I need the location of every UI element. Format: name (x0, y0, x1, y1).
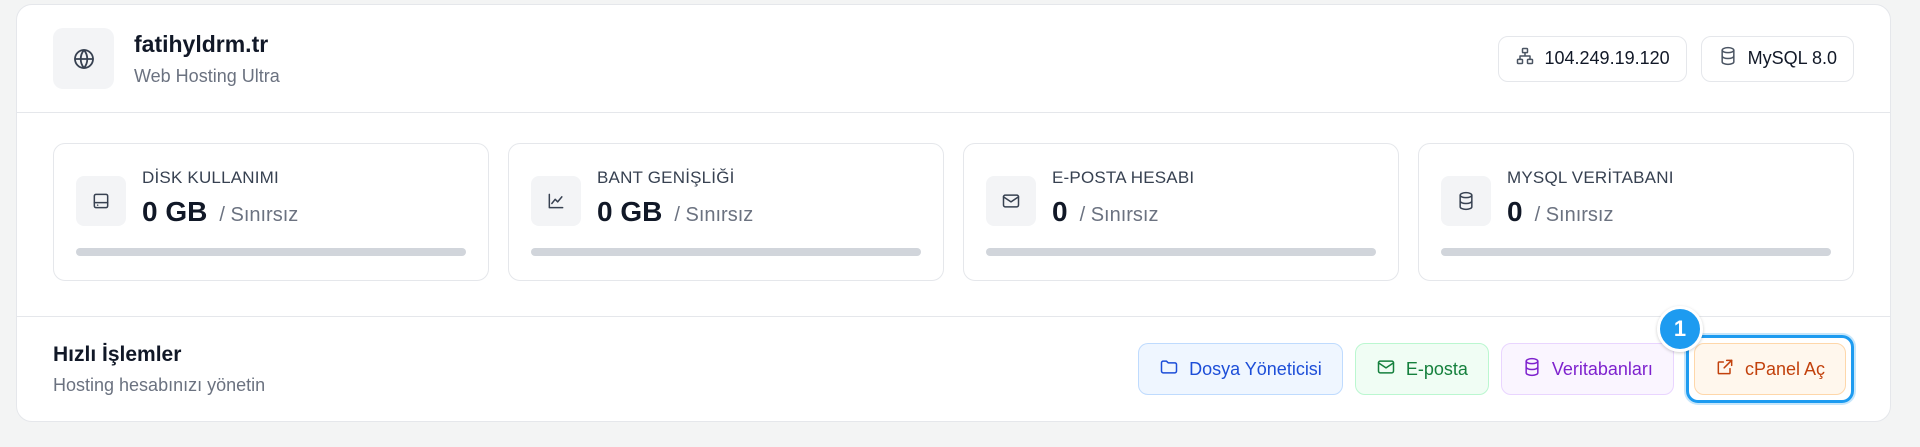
usage-stats: DİSK KULLANIMI 0 GB / Sınırsız BANT GENİ… (17, 113, 1890, 317)
db-version-pill[interactable]: MySQL 8.0 (1700, 35, 1854, 82)
quick-actions-heading: Hızlı İşlemler Hosting hesabınızı yöneti… (53, 343, 265, 396)
ip-address: 104.249.19.120 (1544, 48, 1670, 68)
open-cpanel-button[interactable]: cPanel Aç (1693, 343, 1846, 395)
stat-limit: / Sınırsız (1079, 204, 1159, 226)
stat-value: 0 (1507, 196, 1523, 227)
folder-icon (1159, 357, 1179, 382)
quick-actions: Hızlı İşlemler Hosting hesabınızı yöneti… (17, 306, 1890, 421)
stat-limit: / Sınırsız (219, 204, 299, 226)
progress-bar (76, 248, 466, 256)
header-info: 104.249.19.120 MySQL 8.0 (1497, 35, 1854, 82)
db-version: MySQL 8.0 (1747, 48, 1837, 68)
progress-bar (1441, 248, 1831, 256)
site-meta: fatihyldrm.tr Web Hosting Ultra (134, 31, 280, 87)
stat-label: E-POSTA HESABI (1052, 168, 1195, 187)
progress-bar (986, 248, 1376, 256)
email-button[interactable]: E-posta (1354, 343, 1489, 395)
ip-address-pill[interactable]: 104.249.19.120 (1497, 35, 1687, 82)
open-cpanel-label: cPanel Aç (1744, 358, 1825, 379)
database-icon (1522, 357, 1542, 382)
email-label: E-posta (1405, 358, 1468, 379)
external-link-icon (1715, 357, 1735, 382)
mail-icon (986, 176, 1036, 226)
highlight-frame: 1 cPanel Aç (1656, 306, 1854, 403)
stat-value: 0 (1052, 196, 1068, 227)
card-header: fatihyldrm.tr Web Hosting Ultra 104.249.… (17, 5, 1890, 113)
stat-label: BANT GENİŞLİĞİ (597, 168, 735, 187)
stat-email-accounts: E-POSTA HESABI 0 / Sınırsız (963, 143, 1399, 281)
stat-limit: / Sınırsız (674, 204, 754, 226)
stat-disk-usage: DİSK KULLANIMI 0 GB / Sınırsız (53, 143, 489, 281)
stat-value: 0 GB (597, 196, 663, 227)
file-manager-label: Dosya Yöneticisi (1189, 358, 1322, 379)
stat-value: 0 GB (142, 196, 208, 227)
action-buttons: Dosya Yöneticisi E-posta Veritabanları 1… (1138, 306, 1854, 403)
file-manager-button[interactable]: Dosya Yöneticisi (1138, 343, 1343, 395)
quick-actions-title: Hızlı İşlemler (53, 342, 182, 366)
hosting-card: fatihyldrm.tr Web Hosting Ultra 104.249.… (16, 4, 1891, 422)
chart-line-icon (531, 176, 581, 226)
stat-limit: / Sınırsız (1534, 204, 1614, 226)
globe-icon (53, 28, 114, 89)
network-icon (1515, 46, 1535, 71)
hard-drive-icon (76, 176, 126, 226)
stat-label: MYSQL VERİTABANI (1507, 168, 1674, 187)
progress-bar (531, 248, 921, 256)
databases-button[interactable]: Veritabanları (1500, 343, 1674, 395)
stat-bandwidth: BANT GENİŞLİĞİ 0 GB / Sınırsız (508, 143, 944, 281)
database-icon (1718, 46, 1738, 71)
site-name: fatihyldrm.tr (134, 30, 269, 57)
stat-label: DİSK KULLANIMI (142, 168, 279, 187)
hosting-plan: Web Hosting Ultra (134, 65, 280, 86)
databases-label: Veritabanları (1551, 358, 1653, 379)
mail-icon (1376, 357, 1396, 382)
step-badge: 1 (1656, 306, 1703, 352)
database-icon (1441, 176, 1491, 226)
quick-actions-subtitle: Hosting hesabınızı yönetin (53, 374, 266, 395)
stat-mysql-databases: MYSQL VERİTABANI 0 / Sınırsız (1418, 143, 1854, 281)
